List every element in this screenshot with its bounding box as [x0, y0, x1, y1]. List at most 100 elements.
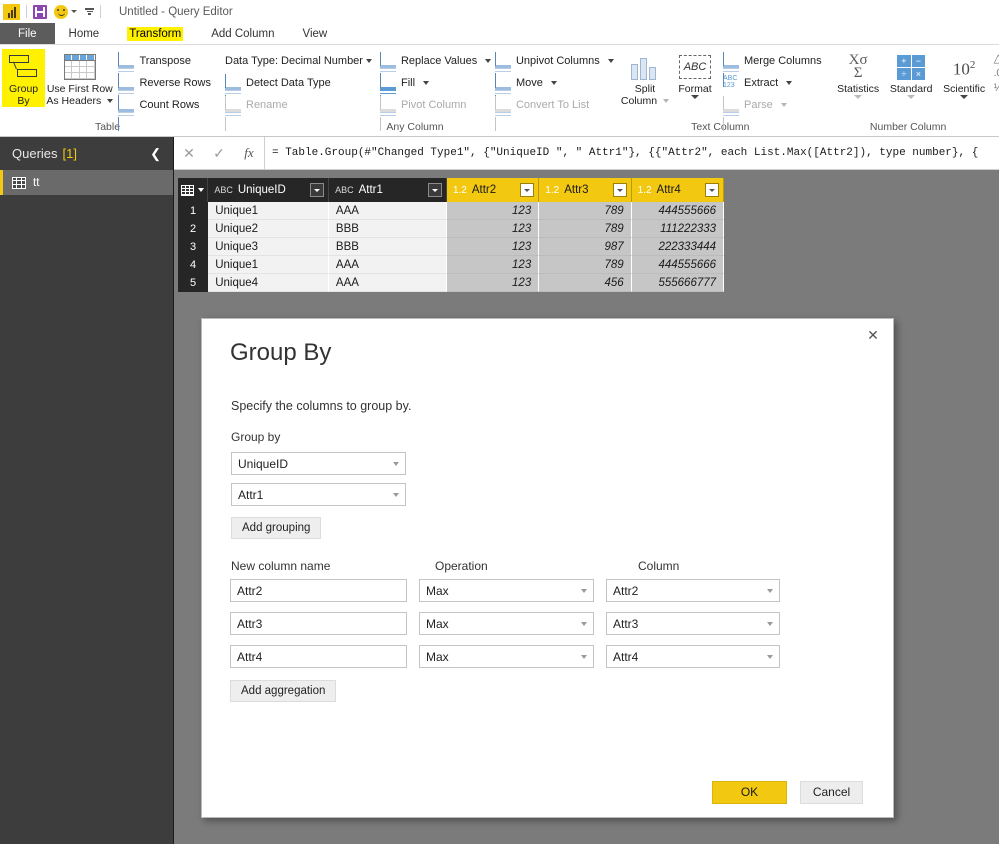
close-icon[interactable]: ✕: [863, 325, 883, 345]
convert-to-list-button[interactable]: Convert To List: [491, 94, 616, 131]
format-chevron-down-icon[interactable]: [691, 95, 699, 99]
column-header-attr1[interactable]: ABC Attr1: [329, 178, 447, 202]
cell-attr3[interactable]: 789: [539, 220, 632, 238]
move-button[interactable]: Move: [491, 72, 616, 109]
tab-home[interactable]: Home: [55, 23, 114, 44]
group-by-select-2[interactable]: Attr1: [231, 483, 406, 506]
tab-transform[interactable]: Transform: [113, 23, 197, 44]
scientific-chevron-down-icon[interactable]: [960, 95, 969, 99]
parse-chevron-down-icon[interactable]: [780, 102, 787, 107]
extract-chevron-down-icon[interactable]: [786, 80, 793, 85]
cell-attr3[interactable]: 789: [539, 202, 632, 220]
reverse-rows-button[interactable]: Reverse Rows: [114, 72, 215, 109]
cancel-button[interactable]: Cancel: [800, 780, 863, 804]
new-column-name-input-2[interactable]: Attr3: [230, 612, 407, 635]
cell-uniqueid[interactable]: Unique3: [208, 238, 329, 256]
table-row[interactable]: 5 Unique4 AAA 123 456 555666777: [178, 274, 725, 292]
chevron-left-icon[interactable]: ❮: [150, 146, 161, 162]
operation-select-1[interactable]: Max: [419, 579, 594, 602]
new-column-name-input-1[interactable]: Attr2: [230, 579, 407, 602]
pivot-column-button[interactable]: Pivot Column: [376, 94, 491, 131]
rename-button[interactable]: Rename: [221, 94, 376, 131]
column-header-attr4[interactable]: 1.2 Attr4: [631, 178, 724, 202]
cell-attr4[interactable]: 444555666: [631, 202, 725, 220]
cell-attr2[interactable]: 123: [446, 274, 540, 292]
column-header-attr2[interactable]: 1.2 Attr2: [446, 178, 540, 202]
column-select-2[interactable]: Attr3: [606, 612, 780, 635]
cell-attr2[interactable]: 123: [446, 202, 540, 220]
merge-columns-button[interactable]: Merge Columns: [719, 50, 826, 87]
column-header-attr3[interactable]: 1.2 Attr3: [539, 178, 632, 202]
detect-data-type-button[interactable]: Detect Data Type: [221, 72, 376, 109]
column-filter-attr2[interactable]: [520, 183, 535, 197]
column-filter-attr4[interactable]: [704, 183, 719, 197]
cell-attr3[interactable]: 456: [539, 274, 632, 292]
corner-chevron-down-icon[interactable]: [198, 188, 205, 192]
group-by-button[interactable]: Group By: [2, 49, 46, 107]
table-row[interactable]: 3 Unique3 BBB 123 987 222333444: [178, 238, 725, 256]
operation-select-2[interactable]: Max: [419, 612, 594, 635]
cell-attr4[interactable]: 555666777: [631, 274, 725, 292]
add-grouping-button[interactable]: Add grouping: [231, 517, 322, 539]
count-rows-button[interactable]: Count Rows: [114, 94, 215, 131]
column-select-3[interactable]: Attr4: [606, 645, 780, 668]
table-row[interactable]: 4 Unique1 AAA 123 789 444555666: [178, 256, 725, 274]
save-icon[interactable]: [33, 4, 47, 19]
fill-chevron-down-icon[interactable]: [423, 80, 430, 85]
cell-attr4[interactable]: 444555666: [631, 256, 725, 274]
ok-button[interactable]: OK: [712, 780, 787, 804]
formula-fx-icon[interactable]: fx: [234, 145, 264, 161]
smiley-icon[interactable]: [54, 4, 68, 19]
transpose-button[interactable]: Transpose: [114, 50, 215, 87]
cell-attr1[interactable]: BBB: [328, 220, 447, 238]
statistics-chevron-down-icon[interactable]: [854, 95, 863, 99]
use-first-row-chevron-down-icon[interactable]: [107, 99, 114, 103]
operation-select-3[interactable]: Max: [419, 645, 594, 668]
cell-attr1[interactable]: AAA: [328, 274, 447, 292]
cell-attr4[interactable]: 222333444: [631, 238, 725, 256]
parse-button[interactable]: Parse: [719, 94, 826, 131]
new-column-name-input-3[interactable]: Attr4: [230, 645, 407, 668]
rounding-icon[interactable]: △: [994, 51, 999, 65]
group-by-select-1[interactable]: UniqueID: [231, 452, 406, 475]
use-first-row-as-headers-button[interactable]: Use First Row As Headers: [45, 49, 114, 107]
cell-attr3[interactable]: 789: [539, 256, 632, 274]
scientific-button[interactable]: 102 Scientific: [938, 49, 991, 99]
cell-uniqueid[interactable]: Unique1: [208, 202, 329, 220]
standard-button[interactable]: + − ÷ × Standard: [885, 49, 938, 99]
information-icon[interactable]: .0→: [994, 68, 999, 79]
cell-attr3[interactable]: 987: [539, 238, 632, 256]
column-filter-uniqueid[interactable]: [310, 183, 325, 197]
column-filter-attr1[interactable]: [427, 183, 442, 197]
extract-button[interactable]: ABC 123 Extract: [719, 72, 826, 93]
cell-attr2[interactable]: 123: [446, 256, 540, 274]
column-filter-attr3[interactable]: [612, 183, 627, 197]
select-all-columns-button[interactable]: [178, 178, 209, 202]
cell-uniqueid[interactable]: Unique2: [208, 220, 329, 238]
quick-access-more-icon[interactable]: [85, 8, 94, 15]
cell-attr1[interactable]: AAA: [328, 202, 447, 220]
standard-chevron-down-icon[interactable]: [907, 95, 916, 99]
formula-accept-checkmark-icon[interactable]: ✓: [204, 145, 234, 162]
formula-cancel-icon[interactable]: ✕: [174, 145, 204, 162]
split-column-button[interactable]: Split Column: [619, 49, 671, 107]
cell-attr2[interactable]: 123: [446, 238, 540, 256]
fill-button[interactable]: Fill: [376, 72, 491, 109]
tab-view[interactable]: View: [289, 23, 342, 44]
add-aggregation-button[interactable]: Add aggregation: [230, 680, 337, 702]
tab-file[interactable]: File: [0, 23, 55, 44]
format-button[interactable]: ABC Format: [671, 49, 719, 99]
split-column-chevron-down-icon[interactable]: [663, 99, 670, 103]
fraction-icon[interactable]: ⅓: [994, 82, 999, 94]
cell-attr4[interactable]: 111222333: [631, 220, 725, 238]
data-type-button[interactable]: Data Type: Decimal Number: [221, 50, 376, 71]
column-header-uniqueid[interactable]: ABC UniqueID: [208, 178, 330, 202]
unpivot-columns-button[interactable]: Unpivot Columns: [491, 50, 616, 87]
cell-uniqueid[interactable]: Unique4: [208, 274, 329, 292]
statistics-button[interactable]: Xσ Σ Statistics: [832, 49, 885, 99]
cell-attr2[interactable]: 123: [446, 220, 540, 238]
replace-values-button[interactable]: Replace Values: [376, 50, 492, 87]
cell-attr1[interactable]: AAA: [328, 256, 447, 274]
cell-uniqueid[interactable]: Unique1: [208, 256, 329, 274]
query-list-item-tt[interactable]: tt: [0, 170, 173, 195]
